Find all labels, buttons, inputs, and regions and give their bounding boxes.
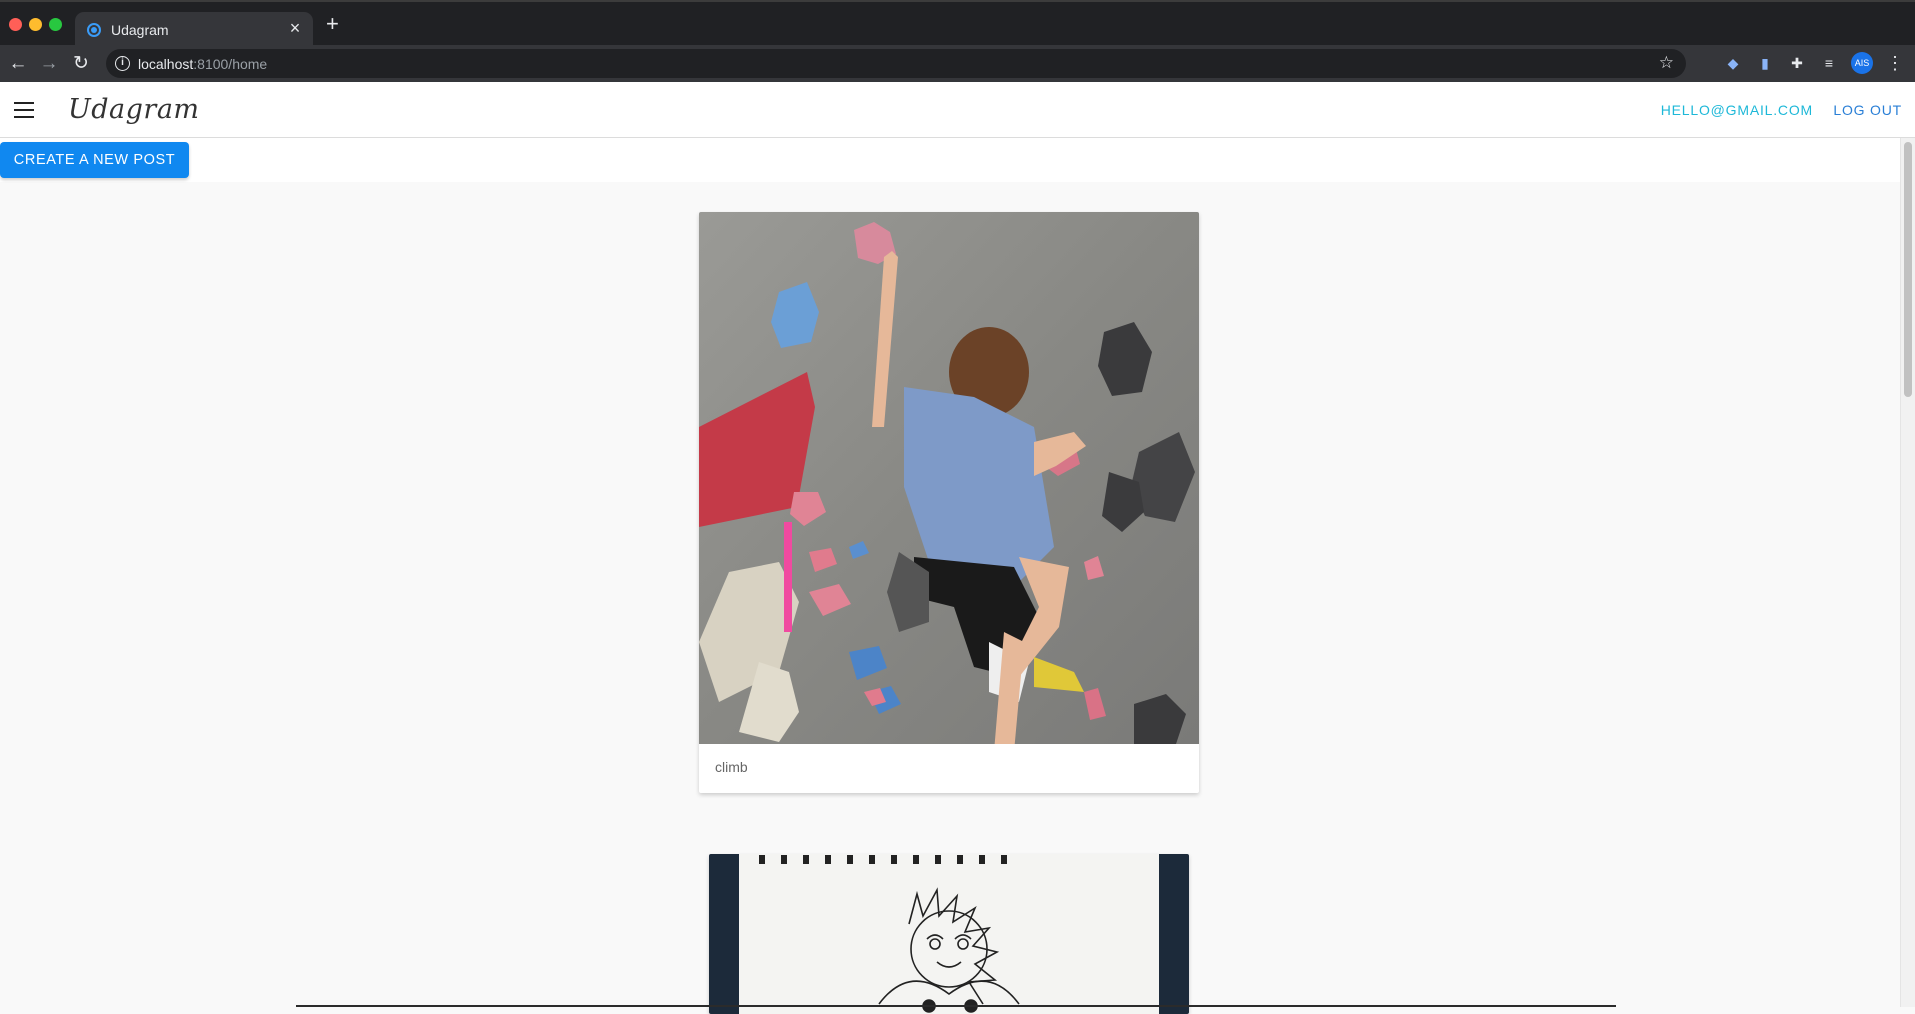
browser-menu-icon[interactable]: ⋮ (1886, 52, 1904, 74)
maximize-window-button[interactable] (49, 18, 62, 31)
post-caption: climb (715, 759, 748, 775)
logout-button[interactable]: LOG OUT (1833, 102, 1902, 118)
browser-tab-bar: Udagram × + (0, 0, 1915, 47)
feed-post-card: climb (699, 212, 1199, 793)
forward-arrow-icon[interactable]: → (37, 52, 61, 76)
extension-icon-2[interactable]: ▮ (1756, 54, 1774, 72)
browser-toolbar: ← → ↻ i localhost:8100/home ☆ ◆ ▮ ✚ ≡ AI… (0, 45, 1915, 82)
reload-icon[interactable]: ↻ (69, 52, 93, 76)
action-bar (0, 138, 1900, 182)
reading-list-icon[interactable]: ≡ (1820, 54, 1838, 72)
new-tab-icon[interactable]: + (326, 13, 339, 35)
bookmark-star-icon[interactable]: ☆ (1659, 53, 1674, 73)
close-window-button[interactable] (9, 18, 22, 31)
minimize-window-button[interactable] (29, 18, 42, 31)
tab-close-icon[interactable]: × (285, 18, 305, 39)
app-header: Udagram HELLO@GMAIL.COM LOG OUT (0, 82, 1915, 138)
app-logo: Udagram (68, 94, 200, 125)
url-path: :8100/home (193, 56, 268, 72)
post-image-climbing (699, 212, 1199, 752)
scrollbar-thumb[interactable] (1904, 142, 1912, 397)
back-arrow-icon[interactable]: ← (6, 52, 30, 76)
post-image-drawing (709, 854, 1189, 1014)
url-host: localhost (138, 56, 194, 72)
favicon-icon (87, 23, 101, 37)
tab-title: Udagram (111, 22, 169, 38)
feed-post-card (709, 854, 1189, 1014)
browser-tab-active[interactable]: Udagram × (75, 12, 313, 47)
puzzle-extensions-icon[interactable]: ✚ (1788, 54, 1806, 72)
url-text[interactable]: localhost:8100/home (138, 56, 267, 72)
profile-avatar[interactable]: AIS (1851, 52, 1873, 74)
hamburger-menu-icon[interactable] (14, 102, 34, 118)
user-email-link[interactable]: HELLO@GMAIL.COM (1661, 102, 1813, 118)
extension-icon-1[interactable]: ◆ (1724, 54, 1742, 72)
create-post-button[interactable]: CREATE A NEW POST (0, 142, 189, 178)
address-bar[interactable]: i localhost:8100/home ☆ (106, 49, 1686, 78)
site-info-icon[interactable]: i (115, 56, 130, 71)
